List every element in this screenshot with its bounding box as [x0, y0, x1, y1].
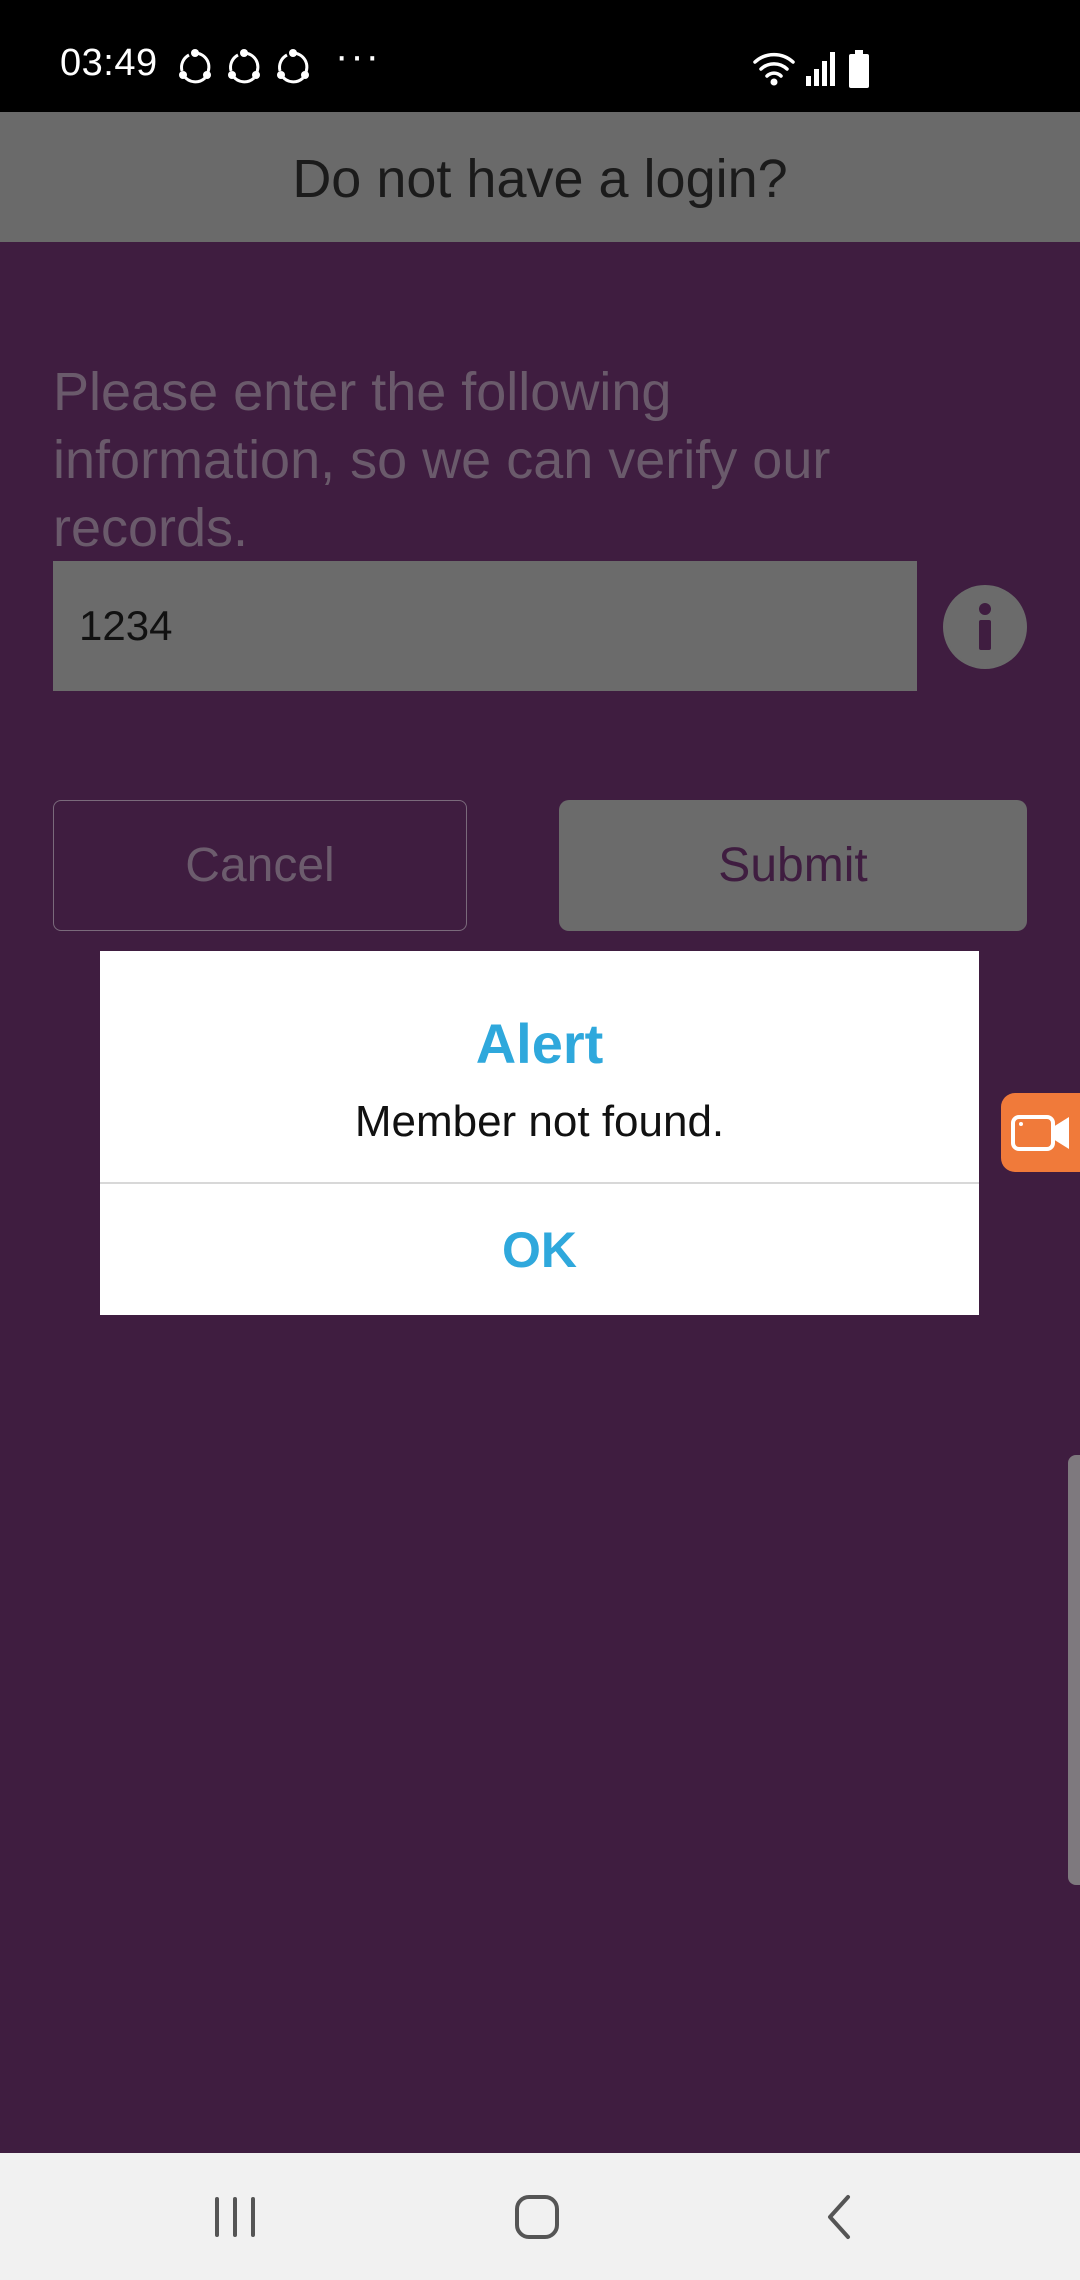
scroll-handle[interactable] — [1068, 1455, 1080, 1885]
more-notifications-icon: ··· — [335, 34, 381, 78]
sync-icon — [228, 49, 260, 84]
back-icon[interactable] — [808, 2185, 872, 2249]
sync-icon — [277, 49, 309, 84]
info-button[interactable] — [943, 585, 1027, 669]
signal-icon — [806, 52, 835, 86]
member-id-input[interactable] — [53, 561, 917, 691]
video-camera-icon — [1011, 1115, 1069, 1151]
info-icon — [945, 587, 1025, 667]
dialog-title: Alert — [475, 1012, 604, 1075]
cancel-button[interactable]: Cancel — [53, 800, 467, 931]
alert-dialog: Alert Member not found. OK — [100, 951, 979, 1315]
sync-icon — [179, 49, 211, 84]
recent-apps-icon[interactable] — [203, 2185, 267, 2249]
submit-button[interactable]: Submit — [559, 800, 1027, 931]
dialog-message: Member not found. — [354, 1097, 725, 1146]
instruction-text: Please enter the following information, … — [53, 362, 831, 558]
battery-icon — [849, 50, 869, 88]
page-title: Do not have a login? — [292, 149, 788, 209]
wifi-icon — [753, 52, 795, 86]
home-icon[interactable] — [505, 2185, 569, 2249]
status-time: 03:49 — [60, 42, 158, 84]
status-bar — [0, 0, 1080, 112]
ok-button[interactable]: OK — [100, 1184, 979, 1315]
screen-recorder-button[interactable] — [1001, 1093, 1080, 1172]
